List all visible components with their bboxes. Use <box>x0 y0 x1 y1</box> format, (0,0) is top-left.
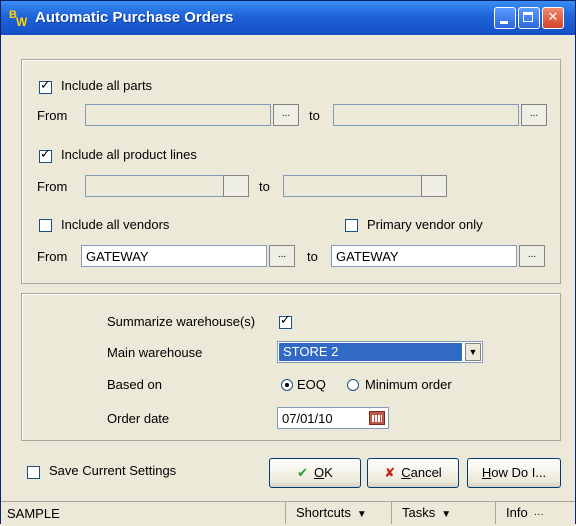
vendors-from-lookup-button[interactable]: ... <box>269 245 295 267</box>
order-date-field[interactable]: 07/01/10 <box>277 407 389 429</box>
vendors-to-lookup-button[interactable]: ... <box>519 245 545 267</box>
info-label: Info <box>506 505 528 520</box>
how-do-i-button[interactable]: How Do I... <box>467 458 561 488</box>
tasks-dropdown-icon: ▼ <box>441 509 452 520</box>
vendors-to-label: to <box>307 249 318 264</box>
parts-to-lookup-button[interactable]: ... <box>521 104 547 126</box>
app-icon-letter-w: W <box>16 15 28 29</box>
save-current-settings-label: Save Current Settings <box>49 463 177 478</box>
tasks-label: Tasks <box>402 505 436 520</box>
chevron-down-icon[interactable]: ▼ <box>465 343 481 361</box>
ok-button[interactable]: ✔ OK <box>269 458 361 488</box>
based-on-eoq-radio[interactable] <box>281 379 293 391</box>
include-all-product-lines-checkbox[interactable] <box>39 147 52 163</box>
how-do-i-label-mnemonic: H <box>481 465 492 480</box>
product-lines-to-field[interactable] <box>283 175 423 197</box>
order-date-label: Order date <box>107 411 170 426</box>
info-menu[interactable]: Info ··· <box>495 502 575 524</box>
based-on-minimum-order-radio[interactable] <box>347 379 359 391</box>
based-on-eoq-label: EOQ <box>297 377 326 392</box>
parts-from-lookup-button[interactable]: ... <box>273 104 299 126</box>
window-title: Automatic Purchase Orders <box>35 9 234 26</box>
product-lines-to-label: to <box>259 179 270 194</box>
maximize-icon <box>519 8 539 28</box>
parts-from-label: From <box>37 108 68 123</box>
vendors-to-field[interactable]: GATEWAY <box>331 245 517 267</box>
cancel-label-mnemonic: C <box>401 465 411 480</box>
shortcuts-menu[interactable]: Shortcuts ▼ <box>285 502 391 524</box>
minimize-button[interactable] <box>494 7 516 29</box>
cancel-label-rest: ancel <box>410 465 442 480</box>
x-icon: ✘ <box>384 466 396 481</box>
parts-from-field[interactable] <box>85 104 271 126</box>
shortcuts-dropdown-icon: ▼ <box>356 509 367 520</box>
product-lines-from-field[interactable] <box>85 175 225 197</box>
ok-label-rest: K <box>324 465 333 480</box>
primary-vendor-only-label: Primary vendor only <box>367 217 483 232</box>
close-button[interactable]: ✕ <box>542 7 564 29</box>
main-warehouse-select[interactable]: STORE 2 ▼ <box>277 341 483 363</box>
product-lines-from-lookup-button[interactable] <box>223 175 249 197</box>
include-all-vendors-label: Include all vendors <box>61 217 170 232</box>
save-current-settings-checkbox[interactable] <box>27 466 40 479</box>
based-on-minimum-order-label: Minimum order <box>365 377 452 392</box>
include-all-product-lines-label: Include all product lines <box>61 147 197 162</box>
based-on-label: Based on <box>107 377 162 392</box>
shortcuts-label: Shortcuts <box>296 505 351 520</box>
title-bar[interactable]: B W Automatic Purchase Orders ✕ <box>1 1 575 35</box>
minimize-icon <box>495 8 515 28</box>
main-warehouse-label: Main warehouse <box>107 345 203 360</box>
ok-label-mnemonic: O <box>314 465 325 480</box>
dialog-window: B W Automatic Purchase Orders ✕ Include … <box>0 0 576 524</box>
checkmark-icon: ✔ <box>297 466 309 481</box>
order-date-value: 07/01/10 <box>282 411 333 426</box>
vendors-from-field[interactable]: GATEWAY <box>81 245 267 267</box>
include-all-parts-label: Include all parts <box>61 78 153 93</box>
product-lines-from-label: From <box>37 179 68 194</box>
maximize-button[interactable] <box>518 7 540 29</box>
tasks-menu[interactable]: Tasks ▼ <box>391 502 495 524</box>
include-all-parts-checkbox[interactable] <box>39 78 52 94</box>
calendar-icon[interactable] <box>369 411 385 425</box>
primary-vendor-only-checkbox[interactable] <box>345 219 358 232</box>
vendors-from-label: From <box>37 249 68 264</box>
main-warehouse-value: STORE 2 <box>279 343 462 361</box>
parts-to-field[interactable] <box>333 104 519 126</box>
status-bar: SAMPLE Shortcuts ▼ Tasks ▼ Info ··· <box>1 501 575 524</box>
more-icon: ··· <box>533 509 544 520</box>
app-icon: B W <box>9 9 31 29</box>
cancel-button[interactable]: ✘ Cancel <box>367 458 459 488</box>
product-lines-to-lookup-button[interactable] <box>421 175 447 197</box>
include-all-vendors-checkbox[interactable] <box>39 219 52 232</box>
summarize-warehouses-label: Summarize warehouse(s) <box>107 314 256 329</box>
close-icon: ✕ <box>547 10 559 25</box>
status-text: SAMPLE <box>7 506 60 521</box>
how-do-i-label-rest: ow Do I... <box>491 465 547 480</box>
parts-to-label: to <box>309 108 320 123</box>
summarize-warehouses-checkbox[interactable] <box>279 313 292 329</box>
